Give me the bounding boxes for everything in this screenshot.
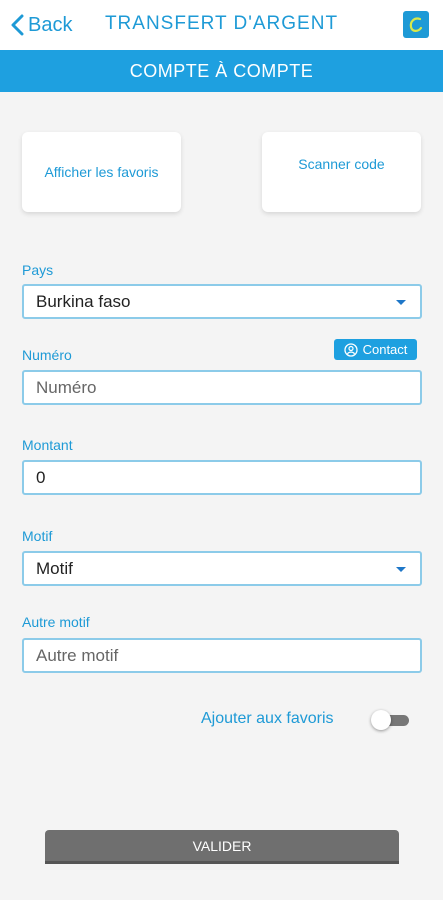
montant-label: Montant	[22, 437, 73, 453]
valider-button[interactable]: VALIDER	[45, 830, 399, 864]
montant-input[interactable]: 0	[22, 460, 422, 495]
show-favorites-button[interactable]: Afficher les favoris	[22, 132, 181, 212]
toggle-knob	[371, 710, 391, 730]
pays-value: Burkina faso	[36, 291, 131, 311]
autre-motif-label: Autre motif	[22, 614, 90, 630]
add-favorites-label: Ajouter aux favoris	[201, 710, 334, 727]
scan-code-button[interactable]: Scanner code	[262, 132, 421, 212]
motif-label: Motif	[22, 528, 53, 544]
autre-motif-input[interactable]: Autre motif	[22, 638, 422, 673]
numero-placeholder: Numéro	[36, 377, 97, 397]
pays-select[interactable]: Burkina faso	[22, 284, 422, 319]
caret-down-icon	[396, 300, 406, 305]
autre-motif-placeholder: Autre motif	[36, 645, 119, 665]
motif-value: Motif	[36, 558, 73, 578]
contact-label: Contact	[362, 342, 408, 357]
scan-code-label: Scanner code	[298, 156, 385, 172]
numero-input[interactable]: Numéro	[22, 370, 422, 405]
caret-down-icon	[396, 567, 406, 572]
top-bar: Back TRANSFERT D'ARGENT	[0, 0, 443, 50]
valider-label: VALIDER	[192, 837, 252, 854]
motif-select[interactable]: Motif	[22, 551, 422, 586]
add-favorites-toggle[interactable]	[371, 710, 411, 730]
section-header: COMPTE À COMPTE	[0, 50, 443, 92]
numero-label: Numéro	[22, 347, 72, 363]
show-favorites-label: Afficher les favoris	[44, 164, 159, 180]
person-circle-icon	[343, 342, 358, 357]
pays-label: Pays	[22, 262, 54, 278]
section-title: COMPTE À COMPTE	[129, 60, 314, 81]
montant-value: 0	[36, 467, 46, 487]
contact-button[interactable]: Contact	[334, 339, 417, 360]
page-title: TRANSFERT D'ARGENT	[104, 13, 339, 34]
app-logo-icon	[403, 11, 429, 38]
